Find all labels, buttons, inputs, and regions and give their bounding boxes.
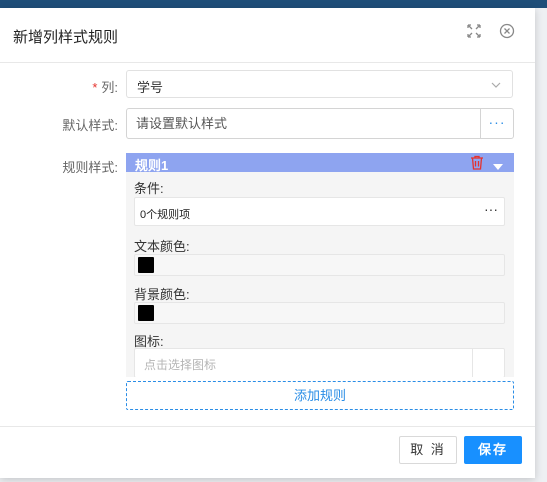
column-label-text: 列:: [101, 80, 118, 95]
column-select-value: 学号: [137, 80, 164, 95]
cancel-button[interactable]: 取 消: [399, 436, 457, 464]
dialog-header: 新增列样式规则: [0, 8, 535, 63]
icon-field: 点击选择图标: [134, 348, 505, 377]
rule-style-label: 规则样式:: [62, 160, 118, 175]
column-label: * 列:: [0, 77, 118, 96]
trash-icon[interactable]: [470, 155, 484, 170]
bg-color-field: [134, 302, 505, 324]
default-style-more-button[interactable]: ···: [480, 109, 513, 138]
rule-title: 规则1: [135, 158, 169, 173]
condition-value: 0个规则项: [140, 209, 191, 221]
add-rule-button[interactable]: 添加规则: [126, 381, 514, 410]
rule-header[interactable]: 规则1: [126, 153, 514, 173]
app-header-strip: [0, 0, 547, 8]
column-style-rule-dialog: 新增列样式规则 *列: 学号 默认样式: ··· 规则: [0, 8, 535, 478]
close-circle-icon[interactable]: [499, 23, 515, 39]
bg-color-swatch[interactable]: [138, 305, 154, 321]
default-style-input[interactable]: [127, 109, 482, 138]
expand-icon[interactable]: [466, 23, 482, 39]
chevron-down-icon: [490, 79, 502, 91]
condition-more-button[interactable]: ···: [484, 201, 498, 217]
condition-label: 条件:: [134, 181, 164, 196]
icon-placeholder: 点击选择图标: [144, 358, 217, 372]
dialog-title: 新增列样式规则: [13, 29, 119, 46]
rule-panel: 规则1 条件: 0个规则项 ··· 文本颜色: 背景颜色: 图标: 点击选择图标: [126, 153, 514, 377]
default-style-label: 默认样式:: [62, 118, 118, 133]
icon-select-input[interactable]: 点击选择图标: [135, 349, 473, 377]
text-color-label: 文本颜色:: [134, 239, 190, 254]
default-style-group: ···: [126, 108, 514, 139]
save-button[interactable]: 保存: [464, 436, 522, 464]
bg-color-label: 背景颜色:: [134, 287, 190, 302]
caret-down-icon[interactable]: [493, 158, 503, 176]
required-mark: *: [92, 80, 98, 95]
column-select[interactable]: 学号: [126, 70, 513, 98]
text-color-swatch[interactable]: [138, 257, 154, 273]
text-color-field: [134, 254, 505, 276]
condition-field[interactable]: 0个规则项 ···: [134, 197, 505, 226]
dialog-footer: 取 消 保存: [0, 426, 535, 479]
